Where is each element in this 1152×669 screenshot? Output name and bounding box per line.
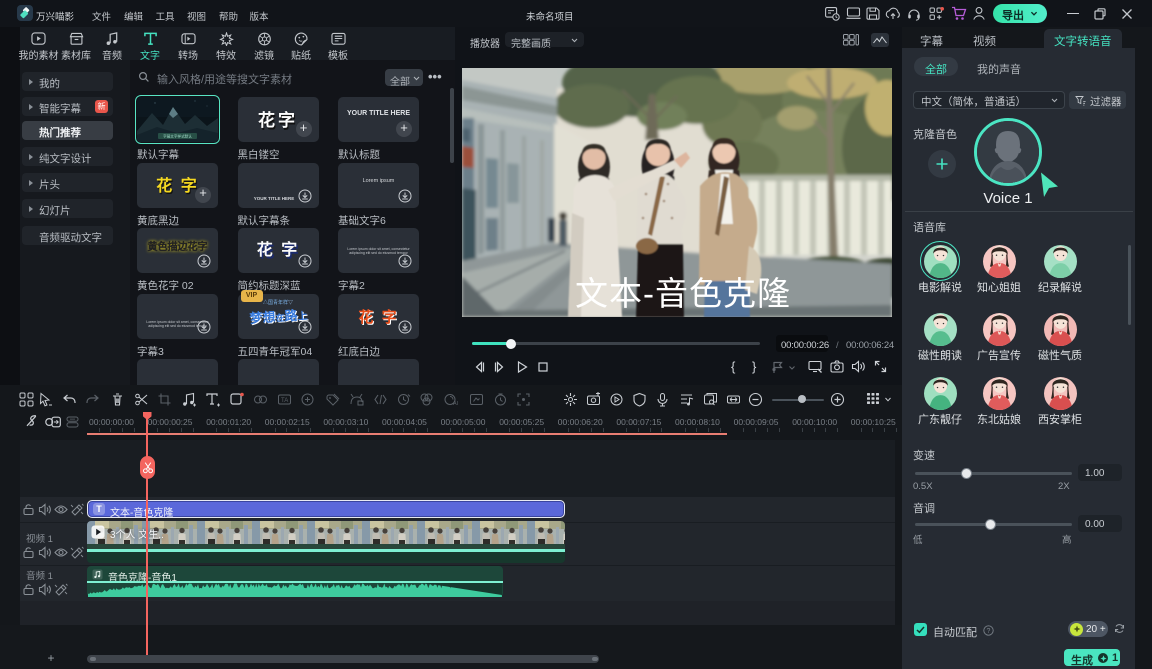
svg-text:?: ? xyxy=(987,628,991,635)
